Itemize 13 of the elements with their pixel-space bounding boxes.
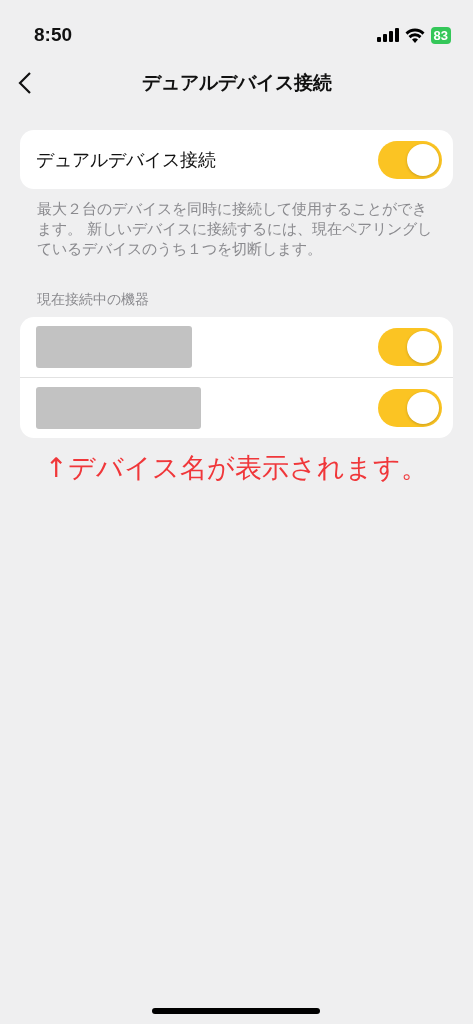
back-icon[interactable] [18, 71, 32, 95]
wifi-icon [404, 27, 425, 43]
toggle-switch[interactable] [378, 389, 442, 427]
status-time: 8:50 [34, 24, 73, 46]
battery-level: 83 [430, 26, 451, 44]
toggle-switch[interactable] [378, 140, 442, 179]
description-text: 最大２台のデバイスを同時に接続して使用することができます。 新しいデバイスに接続するには、現在ペアリングしているデバイスのうち１つを切断します。 [37, 199, 433, 259]
toggle-switch[interactable] [378, 328, 442, 366]
signal-icon [376, 28, 399, 42]
annotation-text: ↑デバイス名が表示されます。 [45, 451, 429, 485]
setting-label: デュアルデバイス接続 [36, 147, 216, 172]
section-header: 現在接続中の機器 [37, 291, 150, 309]
screen-title: デュアルデバイス接続 [141, 70, 332, 95]
